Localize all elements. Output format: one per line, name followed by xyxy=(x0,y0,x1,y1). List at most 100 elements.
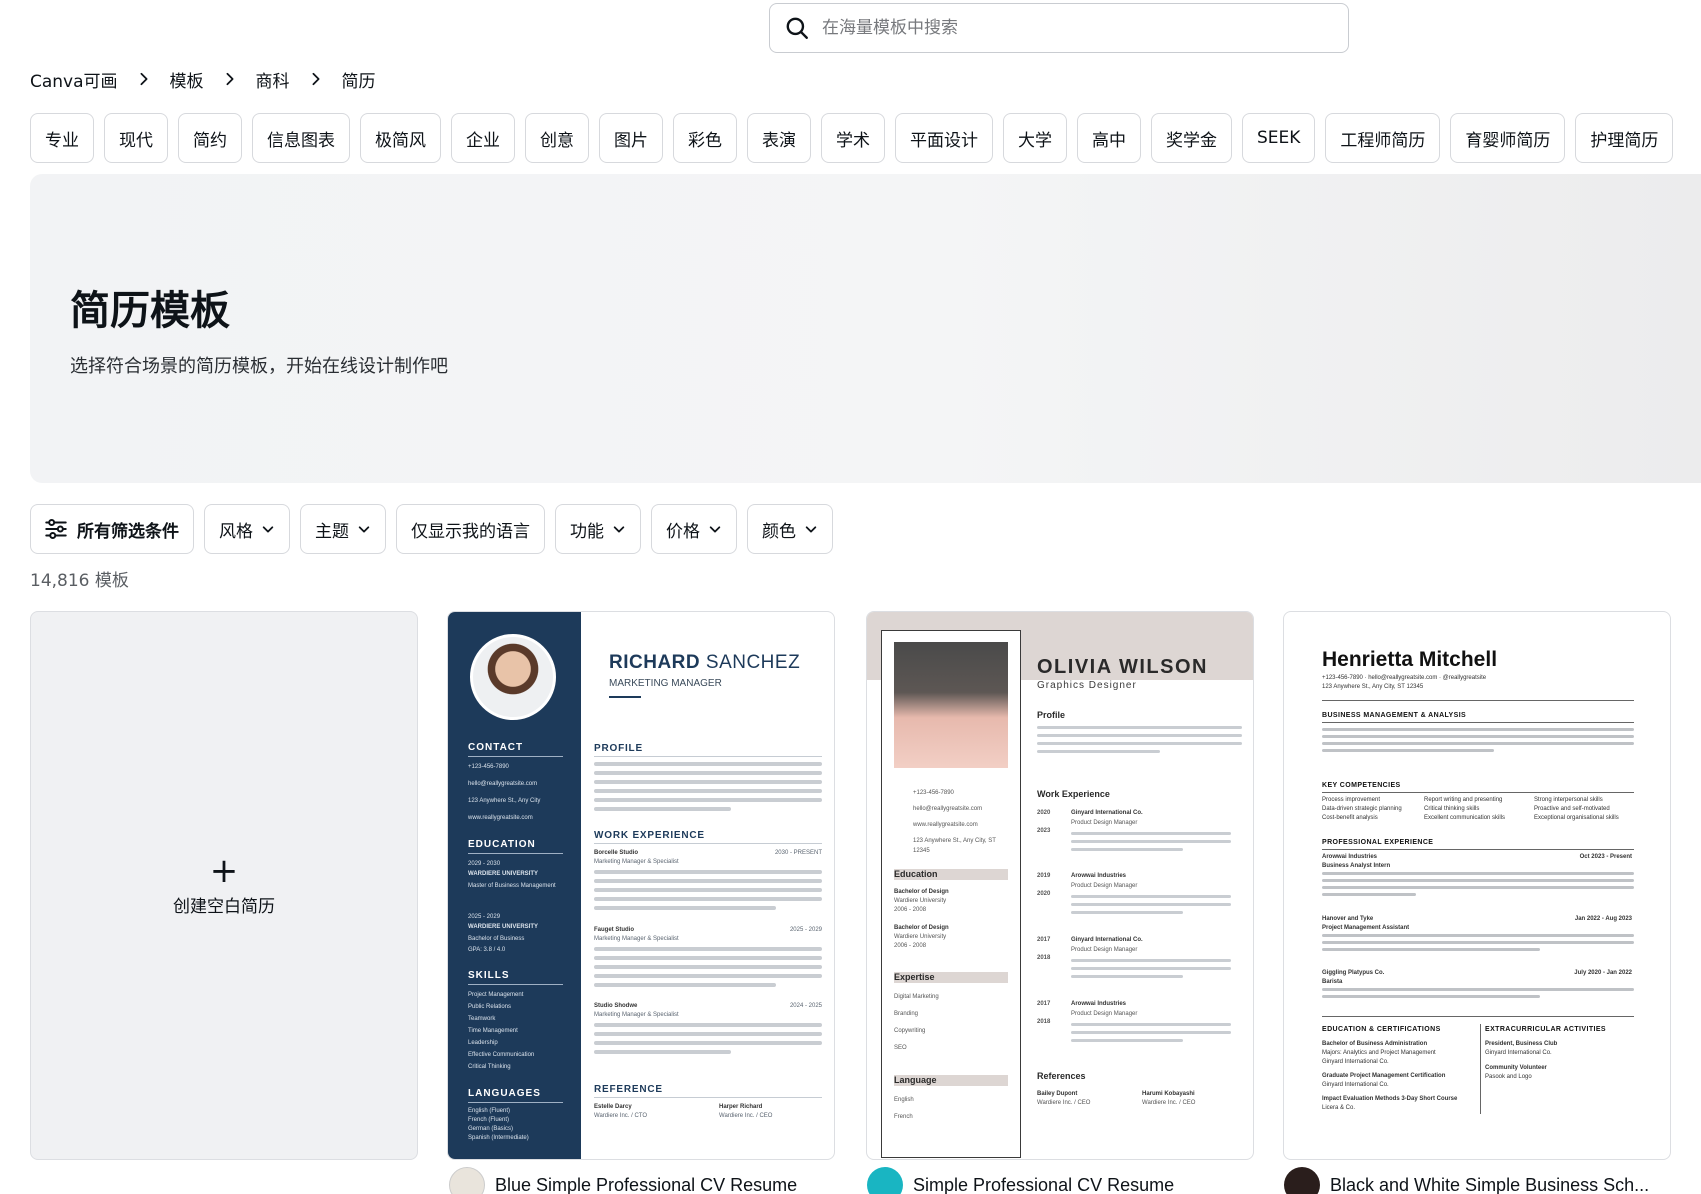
template-card-blue-cv[interactable]: CONTACT +123-456-7890 hello@reallygreats… xyxy=(447,611,835,1160)
category-pill[interactable]: 平面设计 xyxy=(895,113,993,163)
category-pill[interactable]: 现代 xyxy=(104,113,168,163)
hero-banner: 简历模板 选择符合场景的简历模板，开始在线设计制作吧 xyxy=(30,174,1701,483)
divider xyxy=(468,756,563,757)
category-pill[interactable]: 图片 xyxy=(599,113,663,163)
chevron-down-icon xyxy=(805,526,817,533)
resume-text: Ginyard International Co. xyxy=(1071,937,1143,943)
resume-name: Henrietta Mitchell xyxy=(1322,648,1498,671)
resume-text: Product Design Manager xyxy=(1071,883,1138,889)
resume-text: Exceptional organisational skills xyxy=(1534,815,1619,821)
resume-text: Branding xyxy=(894,1011,919,1017)
theme-filter-label: 主题 xyxy=(315,521,349,542)
resume-text: SEO xyxy=(894,1045,907,1051)
resume-text: Licera & Co. xyxy=(1322,1105,1356,1111)
resume-text: Effective Communication xyxy=(468,1052,535,1058)
resume-text: hello@reallygreatsite.com xyxy=(468,781,538,787)
chevron-right-icon xyxy=(118,72,170,86)
divider xyxy=(594,756,822,757)
resume-section-heading: LANGUAGES xyxy=(468,1088,541,1099)
feature-filter-dropdown[interactable]: 功能 xyxy=(555,504,641,554)
resume-text: Arowwai Industries xyxy=(1071,1001,1127,1007)
divider xyxy=(1322,1016,1634,1017)
template-title-row[interactable]: Blue Simple Professional CV Resume xyxy=(449,1167,797,1194)
category-pill[interactable]: 工程师简历 xyxy=(1325,113,1441,163)
resume-body-placeholder xyxy=(1322,728,1634,756)
chevron-down-icon xyxy=(262,526,274,533)
category-pill[interactable]: 极简风 xyxy=(360,113,441,163)
category-pill[interactable]: 企业 xyxy=(451,113,515,163)
resume-body-placeholder xyxy=(1071,959,1231,983)
resume-text: Community Volunteer xyxy=(1485,1065,1547,1071)
resume-text: Arowwai Industries xyxy=(1322,854,1378,860)
page-subtitle: 选择符合场景的简历模板，开始在线设计制作吧 xyxy=(70,356,448,377)
resume-text: 2020 xyxy=(1037,891,1051,897)
category-pill[interactable]: 护理简历 xyxy=(1575,113,1674,163)
breadcrumb-home[interactable]: Canva可画 xyxy=(30,67,118,92)
search-bar[interactable] xyxy=(769,3,1349,53)
style-filter-dropdown[interactable]: 风格 xyxy=(204,504,290,554)
divider xyxy=(468,1102,563,1103)
template-title-row[interactable]: Black and White Simple Business Sch... xyxy=(1284,1167,1649,1194)
resume-text: Critical Thinking xyxy=(468,1064,511,1070)
category-pill[interactable]: 信息图表 xyxy=(252,113,350,163)
page-title: 简历模板 xyxy=(70,288,230,334)
chevron-down-icon xyxy=(358,526,370,533)
price-filter-label: 价格 xyxy=(666,521,700,542)
category-pill[interactable]: 大学 xyxy=(1003,113,1067,163)
theme-filter-dropdown[interactable]: 主题 xyxy=(300,504,386,554)
creator-avatar xyxy=(1284,1167,1320,1194)
category-pill[interactable]: 专业 xyxy=(30,113,94,163)
category-pill[interactable]: 表演 xyxy=(747,113,811,163)
template-card-simple-cv[interactable]: OLIVIA WILSON Graphics Designer +123-456… xyxy=(866,611,1254,1160)
template-title-row[interactable]: Simple Professional CV Resume xyxy=(867,1167,1174,1194)
resume-text: Ginyard International Co. xyxy=(1485,1050,1552,1056)
resume-text: Report writing and presenting xyxy=(1424,797,1503,803)
resume-text: Excellent communication skills xyxy=(1424,815,1506,821)
price-filter-dropdown[interactable]: 价格 xyxy=(651,504,737,554)
category-pill[interactable]: 奖学金 xyxy=(1151,113,1232,163)
resume-text: Graduate Project Management Certificatio… xyxy=(1322,1073,1446,1079)
resume-text: www.reallygreatsite.com xyxy=(468,815,533,821)
resume-text: Oct 2023 - Present xyxy=(1579,854,1632,860)
template-card-business-resume[interactable]: Henrietta Mitchell +123-456-7890 · hello… xyxy=(1283,611,1671,1160)
category-pill[interactable]: 创意 xyxy=(525,113,589,163)
divider xyxy=(1480,1024,1481,1114)
feature-filter-label: 功能 xyxy=(570,521,604,542)
color-filter-dropdown[interactable]: 颜色 xyxy=(747,504,833,554)
category-pill[interactable]: 彩色 xyxy=(673,113,737,163)
breadcrumb-business[interactable]: 商科 xyxy=(256,67,290,92)
category-pill[interactable]: 高中 xyxy=(1077,113,1141,163)
resume-sidebar: CONTACT +123-456-7890 hello@reallygreats… xyxy=(448,612,581,1159)
category-pill[interactable]: 育婴师简历 xyxy=(1450,113,1566,163)
resume-body-placeholder xyxy=(1322,988,1634,1002)
resume-text: Pasook and Logo xyxy=(1485,1074,1532,1080)
breadcrumb-resume: 简历 xyxy=(341,71,376,92)
divider xyxy=(468,853,563,854)
resume-text: WARDIERE UNIVERSITY xyxy=(468,924,539,930)
category-pill[interactable]: 学术 xyxy=(821,113,885,163)
resume-text: Process improvement xyxy=(1322,797,1381,803)
resume-main: RICHARD SANCHEZ MARKETING MANAGER PROFIL… xyxy=(581,612,834,1159)
search-input[interactable] xyxy=(822,18,1322,38)
category-pill[interactable]: SEEK xyxy=(1242,113,1316,163)
create-blank-resume-card[interactable]: + 创建空白简历 xyxy=(30,611,418,1160)
resume-text: Impact Evaluation Methods 3-Day Short Co… xyxy=(1322,1096,1458,1102)
resume-text: Wardiere Inc. / CEO xyxy=(1037,1100,1091,1106)
resume-section-heading: BUSINESS MANAGEMENT & ANALYSIS xyxy=(1322,712,1467,719)
resume-text: 2030 - PRESENT xyxy=(774,850,822,856)
my-language-toggle[interactable]: 仅显示我的语言 xyxy=(396,504,545,554)
all-filters-button[interactable]: 所有筛选条件 xyxy=(30,504,194,554)
resume-text: Proactive and self-motivated xyxy=(1534,806,1610,812)
resume-text: Harper Richard xyxy=(719,1104,763,1110)
resume-text: Master of Business Management xyxy=(468,883,556,889)
resume-text: Ginyard International Co. xyxy=(1322,1059,1389,1065)
resume-photo xyxy=(470,634,556,720)
category-pill[interactable]: 简约 xyxy=(178,113,242,163)
resume-text: 2020 xyxy=(1037,810,1051,816)
resume-text: Bachelor of Business xyxy=(468,936,525,942)
resume-text: French xyxy=(894,1114,913,1120)
color-filter-label: 颜色 xyxy=(762,521,796,542)
resume-section-heading: REFERENCE xyxy=(594,1084,663,1095)
breadcrumb-templates[interactable]: 模板 xyxy=(170,67,204,92)
resume-body-placeholder xyxy=(594,947,822,992)
